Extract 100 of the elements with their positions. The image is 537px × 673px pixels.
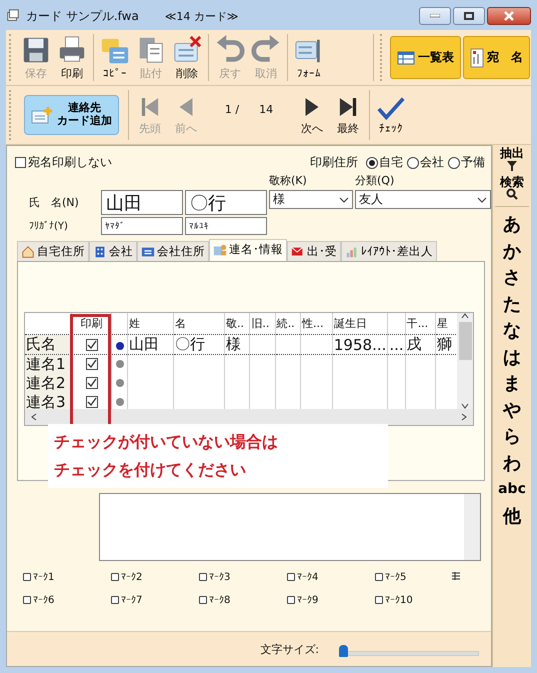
- print-address-label: 印刷住所: [310, 154, 358, 171]
- tab[interactable]: 会社: [89, 241, 137, 261]
- index-tab[interactable]: や: [503, 396, 521, 424]
- index-tab[interactable]: か: [503, 238, 521, 264]
- toolbar-button[interactable]: 印刷: [54, 30, 90, 85]
- list-view-button[interactable]: 一覧表: [390, 36, 461, 79]
- close-icon: [503, 11, 515, 21]
- printer-icon: [57, 34, 87, 64]
- checkbox[interactable]: [199, 573, 207, 581]
- list-icon: [451, 571, 461, 581]
- row-header: 連名2: [25, 374, 72, 393]
- index-tab[interactable]: あ: [503, 211, 521, 238]
- checkbox-label: 宛名印刷しない: [28, 154, 112, 171]
- family-name-field[interactable]: 山田: [101, 190, 183, 215]
- index-tab[interactable]: ま: [503, 370, 521, 397]
- card-x-icon: [172, 34, 202, 64]
- tab[interactable]: ﾚｲｱｳﾄ･差出人: [341, 241, 437, 261]
- card-plus-icon: [31, 106, 53, 124]
- checkbox[interactable]: [287, 573, 295, 581]
- index-tab[interactable]: 他: [503, 502, 521, 530]
- chevron-up-icon: [461, 313, 469, 319]
- checkbox[interactable]: [111, 596, 119, 604]
- checkbox[interactable]: [375, 573, 383, 581]
- extract-button[interactable]: 抽出: [500, 145, 524, 174]
- memo-field[interactable]: [99, 493, 481, 561]
- checkbox[interactable]: [287, 596, 295, 604]
- checkbox[interactable]: [111, 573, 119, 581]
- address-view-button[interactable]: 宛 名: [463, 36, 530, 79]
- category-label: 分類(Q): [355, 173, 396, 188]
- checkbox[interactable]: [375, 596, 383, 604]
- minimize-button[interactable]: [419, 7, 451, 25]
- vertical-scrollbar[interactable]: [457, 313, 473, 409]
- horizontal-scrollbar[interactable]: [25, 409, 473, 425]
- checkbox[interactable]: [23, 573, 31, 581]
- column-header: 旧..: [250, 313, 276, 334]
- close-button[interactable]: [487, 7, 531, 25]
- radio-label: 自宅: [379, 154, 403, 171]
- index-tab[interactable]: は: [503, 344, 521, 370]
- checkbox[interactable]: [86, 396, 98, 408]
- checkbox[interactable]: [86, 358, 98, 370]
- column-header: 干...: [405, 313, 436, 334]
- checkbox-label: ﾏｰｸ6: [33, 594, 54, 606]
- table-icon: [397, 50, 415, 64]
- tab[interactable]: 出･受: [287, 241, 341, 261]
- tab[interactable]: 連名･情報: [209, 239, 287, 261]
- checkbox[interactable]: [23, 596, 31, 604]
- checkmark-icon: [376, 95, 406, 121]
- mail-icon: [291, 244, 305, 258]
- honorific-dropdown[interactable]: 様: [269, 190, 353, 209]
- search-icon: [506, 188, 518, 200]
- index-tab[interactable]: さ: [503, 264, 521, 291]
- search-button[interactable]: 検索: [500, 174, 524, 202]
- nav-button[interactable]: 最終: [330, 86, 366, 144]
- checkbox[interactable]: [86, 338, 98, 350]
- checkbox[interactable]: [15, 157, 26, 168]
- radio-button[interactable]: [366, 156, 378, 168]
- toolbar-button[interactable]: ﾌｫｰﾑ: [291, 30, 327, 85]
- building-card-icon: [141, 244, 155, 258]
- column-header: 続..: [275, 313, 301, 334]
- table-cell: 山田: [127, 334, 174, 354]
- given-kana-field[interactable]: ﾏﾙﾕｷ: [185, 217, 267, 235]
- tab[interactable]: 自宅住所: [17, 241, 89, 261]
- family-kana-field[interactable]: ﾔﾏﾀﾞ: [101, 217, 183, 235]
- check-button[interactable]: ﾁｪｯｸ: [373, 86, 409, 144]
- column-header: 名: [173, 313, 225, 334]
- callout-text: チェックを付けてください: [54, 460, 247, 480]
- radio-button[interactable]: [448, 156, 460, 168]
- checkbox-label: ﾏｰｸ7: [121, 594, 142, 606]
- chevron-down-icon: [339, 196, 349, 202]
- column-header: 姓: [127, 313, 174, 334]
- check-icon: [86, 396, 97, 406]
- index-tab[interactable]: な: [503, 317, 521, 344]
- checkbox[interactable]: [199, 596, 207, 604]
- checkbox[interactable]: [86, 376, 98, 388]
- maximize-button[interactable]: [453, 7, 485, 25]
- record-position: 1 /: [224, 102, 240, 116]
- category-dropdown[interactable]: 友人: [355, 190, 491, 209]
- toolbar-button[interactable]: ｺﾋﾟｰ: [97, 30, 133, 85]
- kana-label: ﾌﾘｶﾞﾅ(Y): [28, 220, 69, 232]
- honorific-label: 敬称(K): [269, 173, 308, 188]
- callout-text: チェックが付いていない場合は: [54, 432, 279, 452]
- filter-icon: [506, 160, 518, 172]
- tab[interactable]: 会社住所: [137, 241, 209, 261]
- check-icon: [86, 358, 97, 368]
- checkbox-label: ﾏｰｸ1: [33, 571, 54, 583]
- toolbar-button[interactable]: 削除: [169, 30, 205, 85]
- given-name-field[interactable]: 〇行: [185, 190, 267, 215]
- index-tab[interactable]: ら: [503, 423, 521, 450]
- index-tab[interactable]: わ: [503, 450, 521, 476]
- check-icon: [86, 340, 97, 350]
- column-header: 誕生日: [332, 313, 388, 334]
- check-icon: [86, 378, 97, 388]
- row-header: 連名1: [25, 354, 72, 374]
- index-tab[interactable]: abc: [498, 476, 526, 503]
- table-cell: 戌: [405, 334, 436, 354]
- nav-button[interactable]: 次へ: [294, 86, 330, 144]
- radio-button[interactable]: [407, 156, 419, 168]
- card-icon: [470, 48, 484, 68]
- index-tab[interactable]: た: [503, 290, 521, 318]
- add-contact-button[interactable]: 連絡先 カード追加: [24, 95, 119, 135]
